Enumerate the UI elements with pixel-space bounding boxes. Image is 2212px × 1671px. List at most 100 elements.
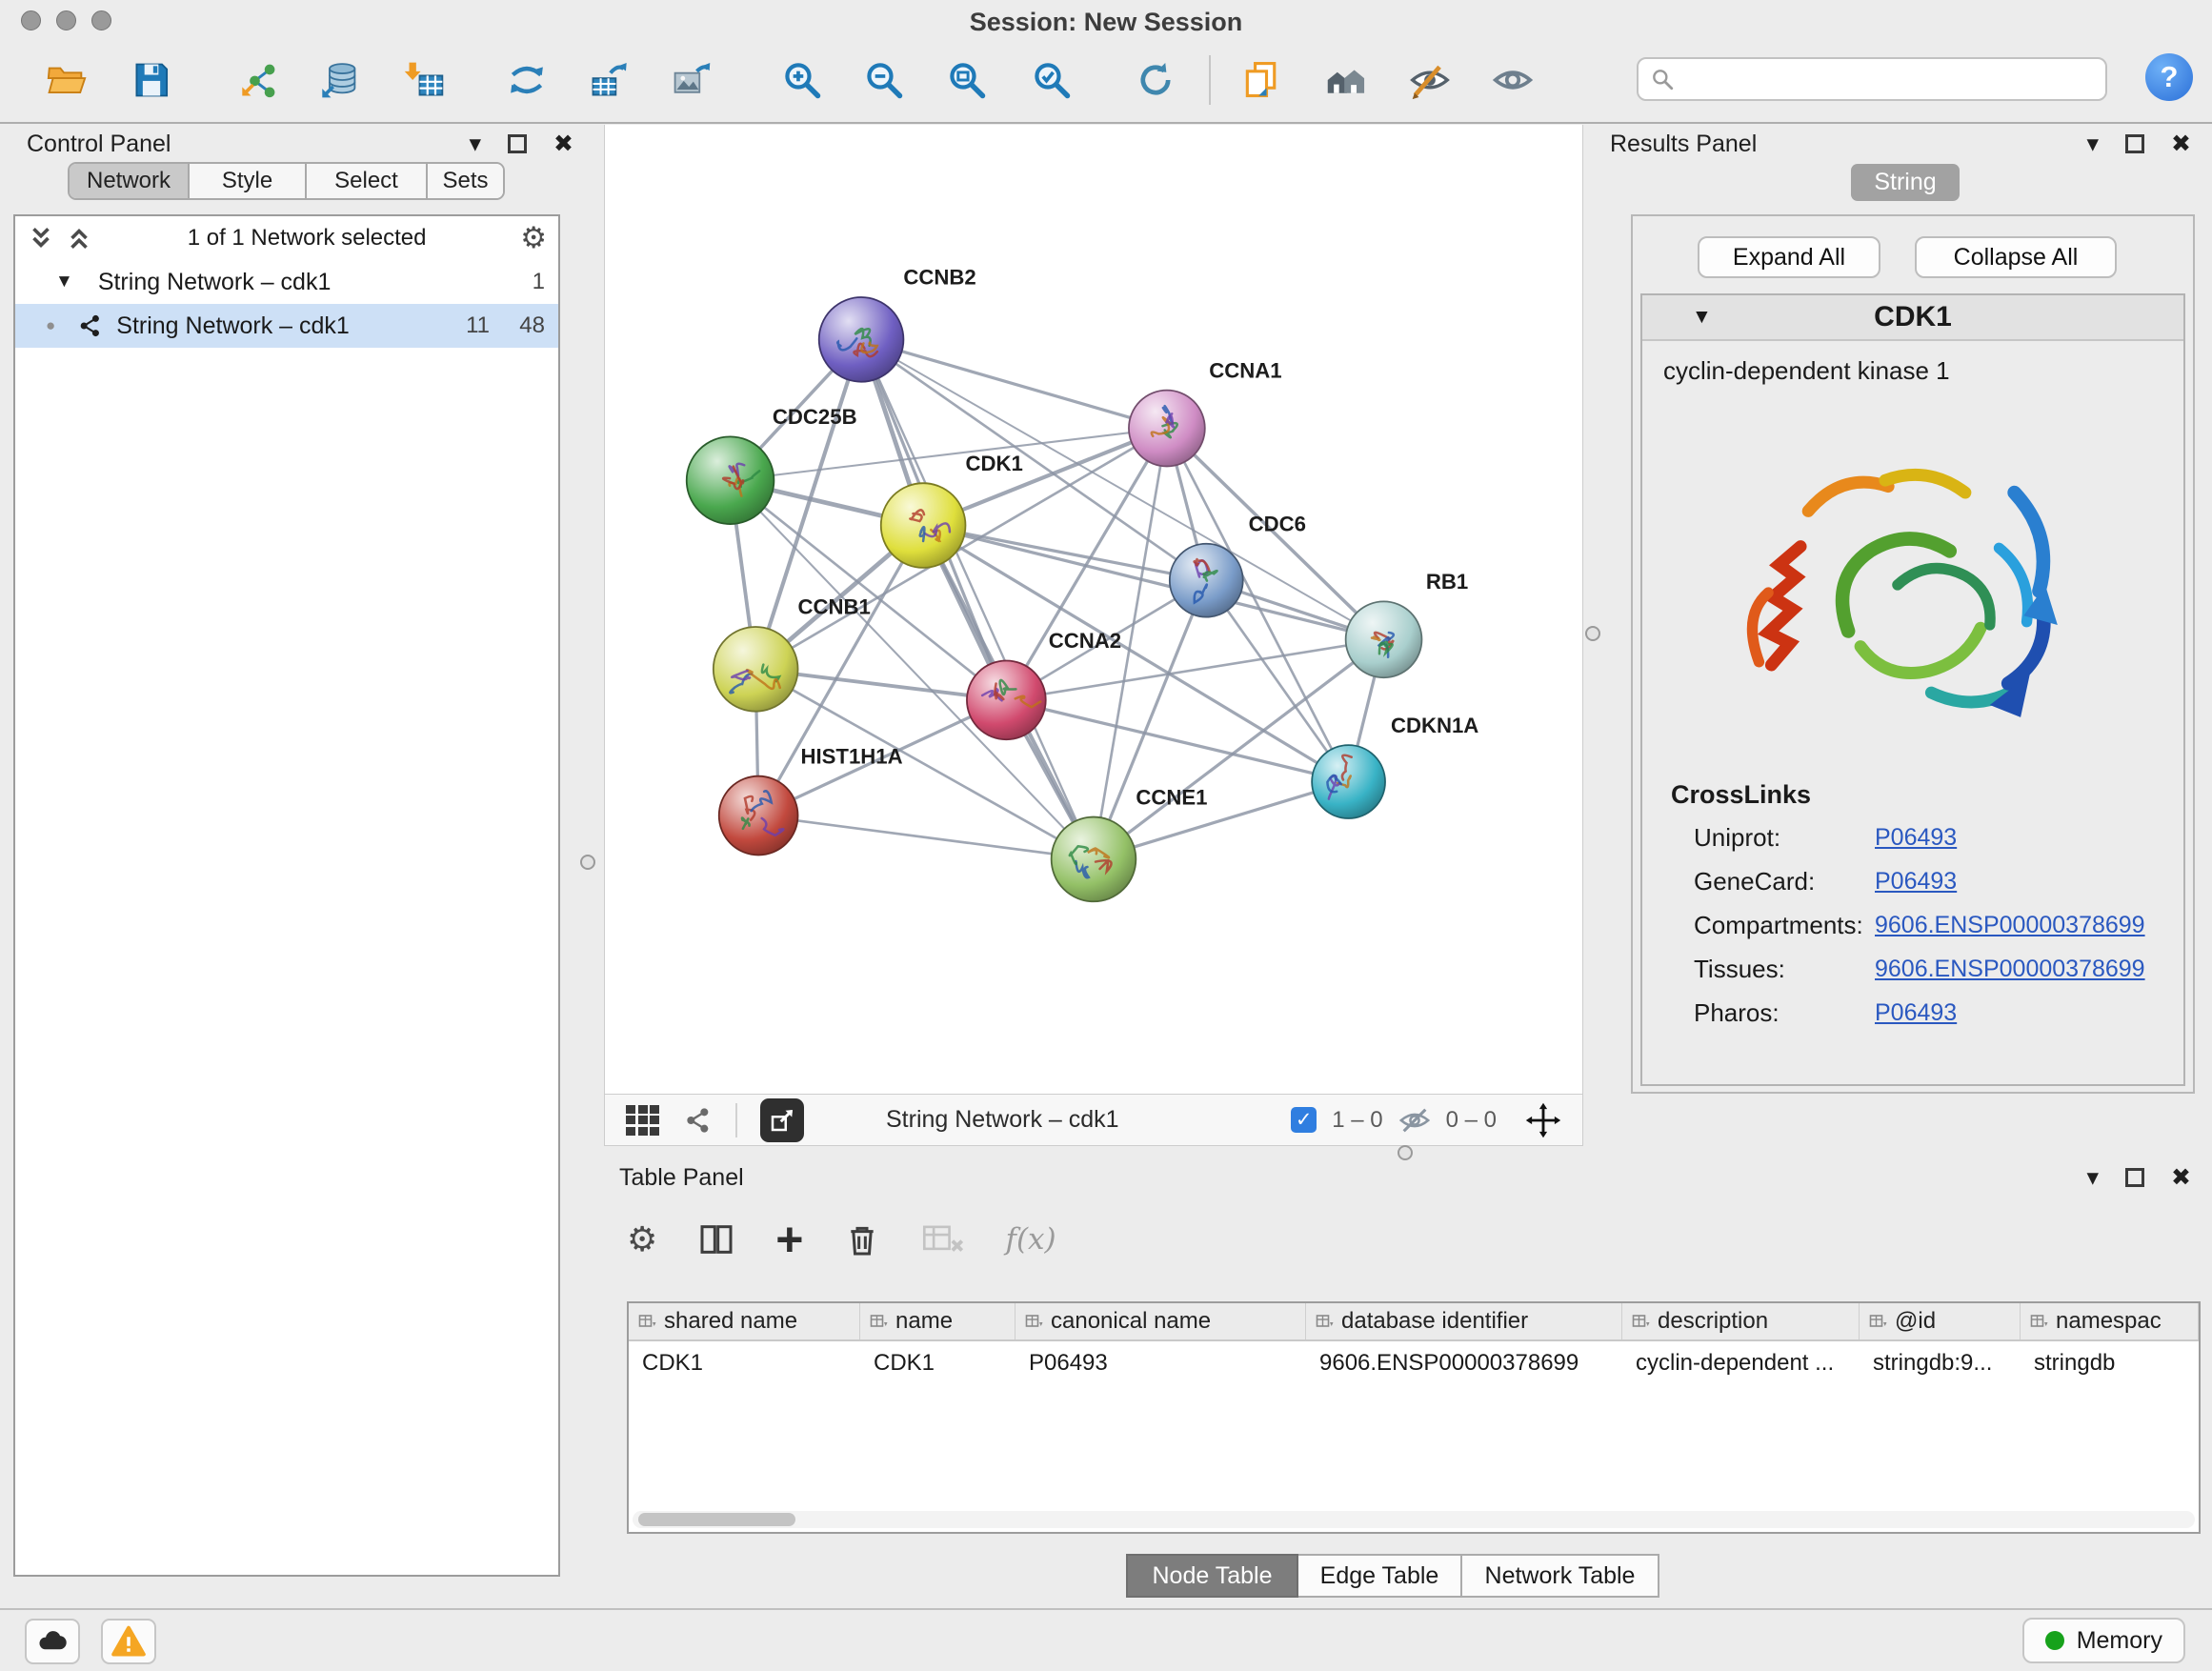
show-columns-button[interactable] [697, 1220, 735, 1258]
table-panel-menu-icon[interactable]: ▾ [2086, 1163, 2099, 1192]
export-table-button[interactable] [584, 51, 633, 109]
selected-checkbox-icon[interactable]: ✓ [1291, 1107, 1317, 1133]
collapse-all-button[interactable]: Collapse All [1915, 236, 2117, 278]
hidden-counts: 0 – 0 [1446, 1107, 1497, 1134]
delete-table-button[interactable] [921, 1220, 965, 1258]
column-header-canonical-name[interactable]: canonical name [1016, 1303, 1306, 1339]
crosslink-uniprot-link[interactable]: P06493 [1875, 824, 1957, 852]
network-graph[interactable]: CCNB2CCNA1CDC25BCDK1CDC6RB1CCNB1CCNA2CDK… [605, 125, 1582, 1094]
tab-node-table[interactable]: Node Table [1126, 1554, 1298, 1598]
expand-all-icon[interactable] [65, 224, 93, 252]
apply-layout-button[interactable] [1131, 51, 1180, 109]
table-panel-close-icon[interactable]: ✖ [2171, 1163, 2191, 1192]
horizontal-splitter-handle[interactable] [1398, 1145, 1413, 1160]
network-collection-row[interactable]: ▼ String Network – cdk1 1 [15, 260, 558, 304]
table-row[interactable]: CDK1CDK1P064939606.ENSP00000378699cyclin… [629, 1341, 2199, 1385]
column-header-database-identifier[interactable]: database identifier [1306, 1303, 1622, 1339]
results-panel-menu-icon[interactable]: ▾ [2086, 130, 2099, 158]
collapse-section-icon[interactable]: ▼ [1692, 306, 1712, 329]
network-canvas[interactable]: CCNB2CCNA1CDC25BCDK1CDC6RB1CCNB1CCNA2CDK… [604, 125, 1583, 1094]
minimize-window-button[interactable] [56, 10, 76, 30]
collection-disclosure-icon[interactable]: ▼ [55, 272, 73, 292]
tab-network-table[interactable]: Network Table [1462, 1554, 1659, 1598]
column-header-at-id[interactable]: @id [1860, 1303, 2021, 1339]
gene-description: cyclin-dependent kinase 1 [1642, 341, 2183, 386]
crosslink-row: Pharos:P06493 [1642, 991, 2183, 1035]
node-label: CDK1 [965, 452, 1022, 475]
eye-icon [1492, 59, 1534, 101]
cloud-status-button[interactable] [25, 1619, 80, 1664]
network-options-gear-icon[interactable]: ⚙ [520, 221, 547, 255]
function-builder-button[interactable]: f(x) [1005, 1222, 1056, 1257]
network-edge-count: 48 [519, 312, 545, 339]
column-header-namespac[interactable]: namespac [2021, 1303, 2199, 1339]
open-in-window-button[interactable] [760, 1098, 804, 1142]
tab-string[interactable]: String [1851, 164, 1960, 201]
open-documents-button[interactable] [1237, 51, 1286, 109]
column-type-icon [870, 1314, 888, 1330]
string-confidence-button[interactable] [1321, 51, 1371, 109]
warnings-button[interactable] [101, 1619, 156, 1664]
network-node-ccne1[interactable]: CCNE1 [1052, 785, 1208, 901]
close-window-button[interactable] [21, 10, 41, 30]
open-session-button[interactable] [42, 51, 91, 109]
network-node-ccna1[interactable]: CCNA1 [1129, 358, 1282, 466]
tab-select[interactable]: Select [307, 164, 428, 198]
export-image-button[interactable] [667, 51, 716, 109]
left-splitter-handle[interactable] [580, 855, 595, 870]
zoom-selected-button[interactable] [1027, 51, 1076, 109]
tab-sets[interactable]: Sets [428, 164, 503, 198]
crosslink-pharos-link[interactable]: P06493 [1875, 999, 1957, 1027]
table-delete-icon [921, 1220, 965, 1258]
help-button[interactable]: ? [2145, 53, 2193, 101]
network-node-rb1[interactable]: RB1 [1346, 570, 1469, 677]
birdseye-view-icon[interactable] [626, 1105, 659, 1136]
search-input[interactable] [1684, 66, 2094, 92]
network-node-cdkn1a[interactable]: CDKN1A [1312, 714, 1478, 818]
table-panel-float-icon[interactable] [2125, 1168, 2144, 1187]
results-panel-close-icon[interactable]: ✖ [2171, 130, 2191, 158]
hidden-eye-slash-icon[interactable] [1398, 1104, 1431, 1137]
collapse-all-icon[interactable] [27, 224, 55, 252]
tab-network[interactable]: Network [70, 164, 190, 198]
results-panel-float-icon[interactable] [2125, 134, 2144, 153]
network-share-icon [76, 312, 103, 339]
string-structures-button[interactable] [1488, 51, 1538, 109]
delete-column-button[interactable] [843, 1220, 881, 1258]
column-header-shared-name[interactable]: shared name [629, 1303, 860, 1339]
memory-button[interactable]: Memory [2022, 1618, 2185, 1663]
zoom-out-button[interactable] [859, 51, 909, 109]
zoom-fit-button[interactable] [942, 51, 992, 109]
control-panel-float-icon[interactable] [508, 134, 527, 153]
share-network-icon[interactable] [682, 1105, 713, 1136]
crosslink-compartments-link[interactable]: 9606.ENSP00000378699 [1875, 912, 2145, 939]
expand-all-button[interactable]: Expand All [1698, 236, 1880, 278]
network-row[interactable]: ● String Network – cdk1 11 48 [15, 304, 558, 348]
save-session-button[interactable] [127, 51, 176, 109]
import-table-button[interactable] [400, 51, 450, 109]
import-network-file-button[interactable] [235, 51, 285, 109]
maximize-window-button[interactable] [91, 10, 111, 30]
crosslink-tissues-link[interactable]: 9606.ENSP00000378699 [1875, 956, 2145, 983]
results-panel-title: Results Panel [1610, 131, 1757, 158]
network-node-hist1h1a[interactable]: HIST1H1A [719, 744, 903, 855]
table-settings-button[interactable]: ⚙ [627, 1219, 657, 1259]
column-header-name[interactable]: name [860, 1303, 1016, 1339]
network-node-ccnb1[interactable]: CCNB1 [714, 595, 871, 712]
zoom-in-button[interactable] [777, 51, 827, 109]
move-crosshair-icon[interactable] [1525, 1102, 1561, 1138]
add-column-button[interactable]: + [775, 1216, 803, 1263]
tab-edge-table[interactable]: Edge Table [1298, 1554, 1462, 1598]
column-header-description[interactable]: description [1622, 1303, 1860, 1339]
horizontal-scrollbar-thumb[interactable] [638, 1513, 795, 1526]
export-network-button[interactable] [502, 51, 552, 109]
control-panel-menu-icon[interactable]: ▾ [469, 130, 481, 158]
import-network-database-button[interactable] [315, 51, 365, 109]
tab-style[interactable]: Style [190, 164, 307, 198]
crosslink-genecard-link[interactable]: P06493 [1875, 868, 1957, 896]
control-panel-close-icon[interactable]: ✖ [553, 130, 573, 158]
search-field [1637, 57, 2107, 101]
result-card-header[interactable]: ▼ CDK1 [1642, 295, 2183, 341]
string-labels-button[interactable] [1405, 51, 1455, 109]
right-splitter-handle[interactable] [1585, 626, 1600, 641]
